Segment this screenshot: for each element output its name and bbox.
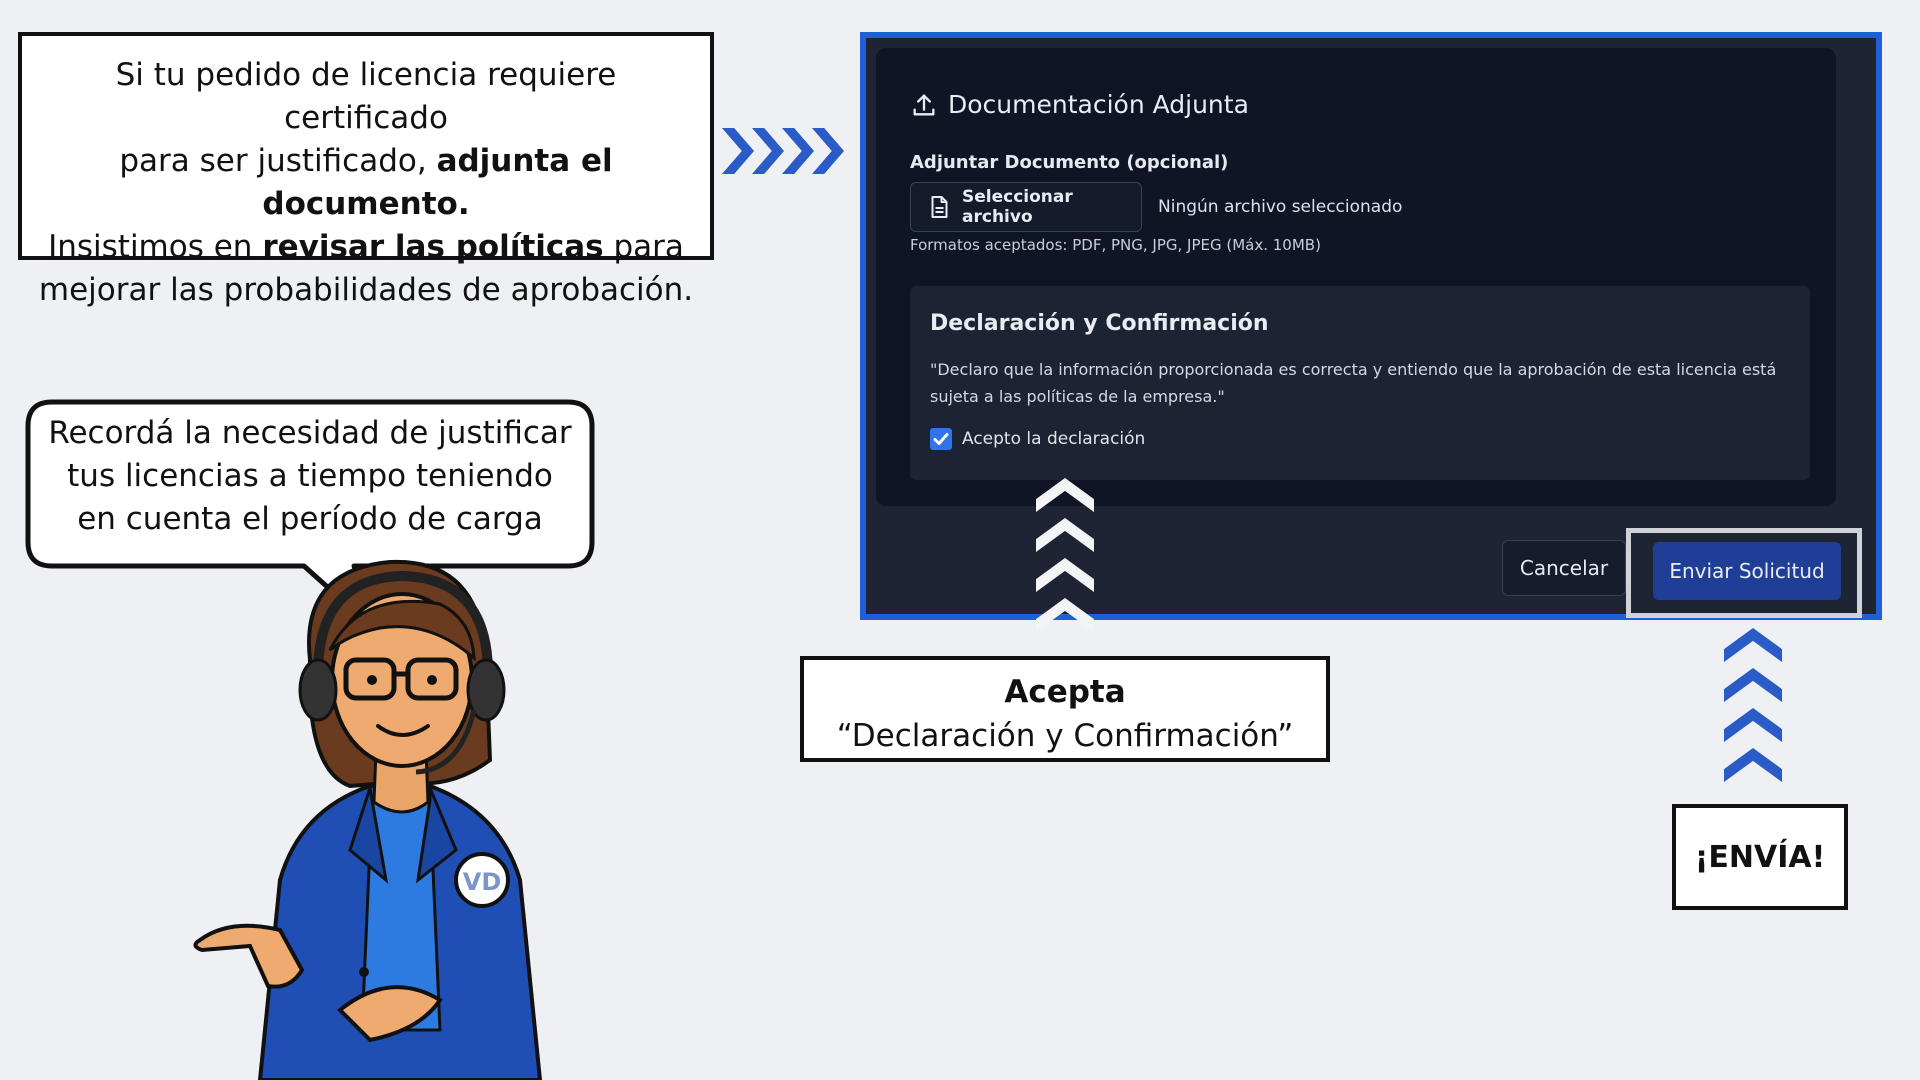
speech-line-1: Recordá la necesidad de justificar <box>48 415 572 451</box>
chevron-right-icon <box>752 128 784 174</box>
badge-text: VD <box>463 868 502 896</box>
callout-line-2-text: para ser justificado, <box>119 143 427 179</box>
form-screenshot: Documentación Adjunta Adjuntar Documento… <box>860 32 1882 620</box>
select-file-button[interactable]: Seleccionar archivo <box>910 182 1142 232</box>
chevron-up-icon <box>1724 668 1782 702</box>
chevron-right-arrows <box>722 128 844 174</box>
declaration-card: Declaración y Confirmación "Declaro que … <box>910 286 1810 480</box>
declaration-text: "Declaro que la información proporcionad… <box>930 360 1777 406</box>
callout-line-1: Si tu pedido de licencia requiere certif… <box>115 57 617 136</box>
cancel-button[interactable]: Cancelar <box>1502 540 1626 596</box>
file-icon <box>931 196 948 218</box>
accept-callout-title: Acepta <box>1004 674 1126 710</box>
section-title-text: Documentación Adjunta <box>948 90 1249 119</box>
accepted-formats: Formatos aceptados: PDF, PNG, JPG, JPEG … <box>910 236 1321 254</box>
accept-checkbox-label[interactable]: Acepto la declaración <box>962 429 1145 449</box>
chevron-up-icon <box>1724 748 1782 782</box>
form-panel: Documentación Adjunta Adjuntar Documento… <box>876 48 1836 506</box>
accept-callout-quote: “Declaración y Confirmación” <box>836 718 1294 754</box>
declaration-title: Declaración y Confirmación <box>930 311 1269 336</box>
accept-declaration-callout: Acepta “Declaración y Confirmación” <box>800 656 1330 762</box>
support-agent-character: VD <box>193 559 543 1080</box>
speech-line-2: tus licencias a tiempo teniendo <box>67 458 553 494</box>
chevron-up-icon <box>1724 628 1782 662</box>
chevron-right-icon <box>812 128 844 174</box>
submit-request-button[interactable]: Enviar Solicitud <box>1653 542 1841 600</box>
accept-checkbox[interactable] <box>930 428 952 450</box>
callout-line-3: Insistimos en revisar las políticas para <box>34 226 698 269</box>
attach-label: Adjuntar Documento (opcional) <box>910 152 1229 173</box>
callout-line-3-suffix: para <box>613 229 684 265</box>
speech-text: Recordá la necesidad de justificar tus l… <box>24 412 596 541</box>
chevron-right-icon <box>722 128 754 174</box>
select-file-label: Seleccionar archivo <box>962 187 1073 227</box>
chevron-right-icon <box>782 128 814 174</box>
send-callout: ¡ENVÍA! <box>1672 804 1848 910</box>
upload-icon <box>913 94 935 116</box>
speech-line-3: en cuenta el período de carga <box>77 501 543 537</box>
section-title: Documentación Adjunta <box>910 90 1249 119</box>
callout-line-2: para ser justificado, adjunta el documen… <box>34 140 698 226</box>
chevron-up-icon <box>1724 708 1782 742</box>
attach-document-callout: Si tu pedido de licencia requiere certif… <box>18 32 714 308</box>
callout-line-4: mejorar las probabilidades de aprobación… <box>38 272 694 308</box>
callout-line-3-text: Insistimos en <box>48 229 253 265</box>
callout-line-3-bold: revisar las políticas <box>262 229 604 265</box>
checkmark-icon <box>933 433 949 445</box>
no-file-text: Ningún archivo seleccionado <box>1158 197 1403 217</box>
submit-highlight: Enviar Solicitud <box>1626 528 1862 618</box>
